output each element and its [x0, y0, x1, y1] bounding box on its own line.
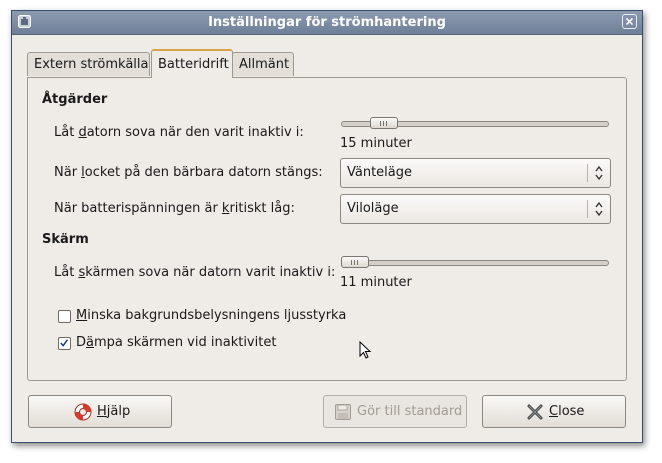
tab-battery[interactable]: Batteridrift — [151, 49, 233, 78]
help-button[interactable]: Hjälp — [28, 395, 172, 428]
close-button-label: Close — [549, 404, 585, 419]
slider-thumb[interactable] — [369, 117, 398, 129]
tab-label: Allmänt — [239, 57, 290, 72]
help-button-label: Hjälp — [97, 404, 131, 419]
save-icon — [335, 404, 351, 420]
lid-close-combo[interactable]: Vänteläge — [340, 158, 611, 188]
reduce-backlight-checkbox[interactable] — [58, 310, 71, 323]
screen-heading: Skärm — [42, 232, 89, 247]
close-x-icon — [527, 404, 543, 420]
dim-screen-label[interactable]: Dämpa skärmen vid inaktivitet — [76, 335, 276, 350]
tab-label: Extern strömkälla — [34, 57, 149, 72]
lid-close-label: När locket på den bärbara datorn stängs: — [54, 165, 323, 180]
screen-sleep-label: Låt skärmen sova när datorn varit inakti… — [54, 265, 336, 280]
window-title: Inställningar för strömhantering — [208, 15, 446, 30]
close-icon[interactable] — [622, 14, 637, 29]
dim-screen-checkbox[interactable] — [58, 337, 71, 350]
reduce-backlight-label[interactable]: Minska bakgrundsbelysningens ljusstyrka — [76, 308, 346, 323]
critical-battery-value: Viloläge — [347, 201, 399, 216]
critical-battery-combo[interactable]: Viloläge — [340, 194, 611, 224]
titlebar[interactable]: Inställningar för strömhantering — [12, 11, 642, 35]
tab-general[interactable]: Allmänt — [232, 52, 294, 76]
tab-external-power[interactable]: Extern strömkälla — [27, 52, 150, 76]
lid-close-value: Vänteläge — [347, 165, 413, 180]
tab-label: Batteridrift — [158, 57, 229, 72]
screen-sleep-value: 11 minuter — [340, 275, 412, 290]
make-default-button[interactable]: Gör till standard — [323, 395, 467, 428]
help-lifebuoy-icon — [74, 403, 92, 421]
actions-heading: Åtgärder — [42, 92, 108, 107]
battery-panel: Åtgärder Låt datorn sova när den varit i… — [27, 77, 627, 381]
updown-arrows-icon — [595, 165, 603, 181]
updown-arrows-icon — [595, 201, 603, 217]
critical-battery-label: När batterispänningen är kritiskt låg: — [54, 201, 295, 216]
make-default-label: Gör till standard — [357, 404, 463, 419]
computer-sleep-label: Låt datorn sova när den varit inaktiv i: — [54, 125, 304, 140]
power-settings-window: Inställningar för strömhantering Extern … — [11, 10, 643, 443]
mouse-pointer-icon — [359, 341, 372, 359]
computer-sleep-value: 15 minuter — [340, 136, 412, 151]
close-button[interactable]: Close — [482, 395, 626, 428]
slider-track[interactable] — [341, 260, 609, 266]
slider-thumb[interactable] — [341, 256, 369, 268]
checkmark-icon — [60, 339, 69, 347]
